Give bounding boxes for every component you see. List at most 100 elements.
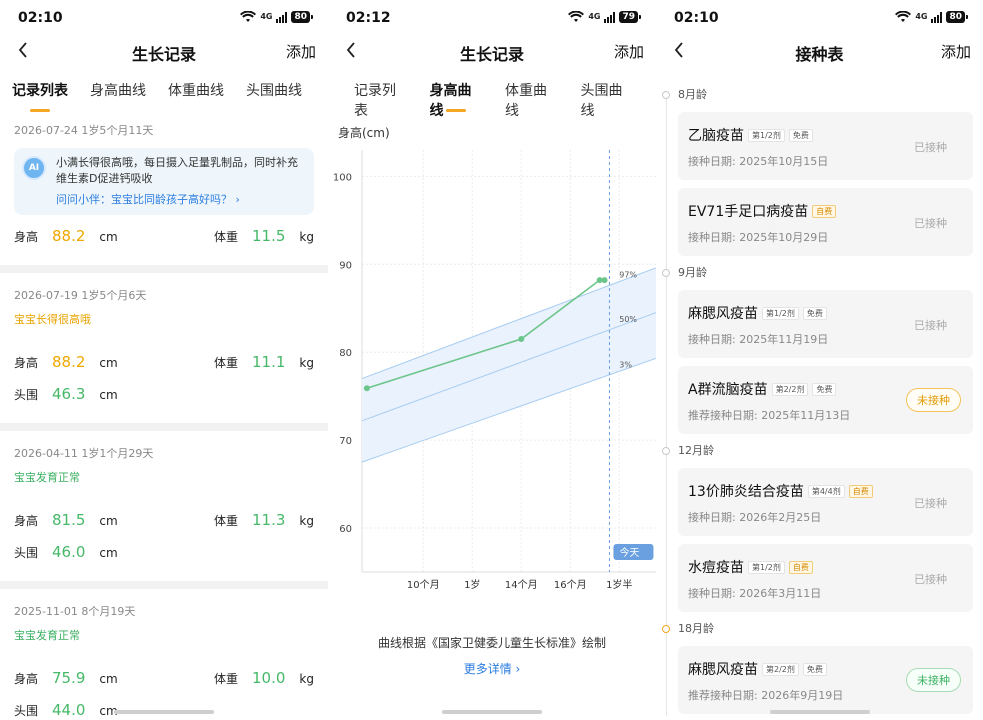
age-group-header: 8月龄: [662, 86, 983, 106]
height-data-point[interactable]: [363, 385, 370, 392]
timeline-dot: [662, 91, 670, 99]
height-data-point[interactable]: [518, 336, 525, 343]
vaccine-tag: 第2/2剂: [762, 662, 799, 676]
vaccine-card[interactable]: 乙脑疫苗 第1/2剂 免费 接种日期: 2025年10月15日 已接种: [678, 112, 973, 180]
vaccine-name: 乙脑疫苗: [688, 128, 744, 144]
network-type: 4G: [915, 12, 928, 21]
vaccine-name: A群流脑疫苗: [688, 382, 768, 398]
record-note: 宝宝发育正常: [14, 629, 80, 642]
percentile-label: 3%: [619, 360, 632, 369]
record-item[interactable]: 2025-11-01 8个月19天 宝宝发育正常 身高 75.9 cm 体重 10.0…: [0, 589, 328, 719]
status-bar: 02:12 4G 79: [328, 0, 656, 36]
tab-bar: 记录列表 身高曲线 体重曲线 头围曲线: [328, 66, 656, 119]
add-button[interactable]: 添加: [286, 41, 316, 62]
percentile-band: [362, 267, 656, 463]
vaccine-date: 接种日期: 2025年11月19日: [688, 333, 829, 346]
height-value: 身高 88.2 cm: [14, 353, 118, 371]
add-button[interactable]: 添加: [941, 41, 971, 62]
timeline-dot: [662, 447, 670, 455]
y-tick-label: 60: [339, 524, 352, 535]
vaccinated-status: 已接种: [914, 217, 947, 230]
vaccine-tag: 免费: [802, 306, 827, 320]
ask-assistant-link[interactable]: 问问小伴：宝宝比同龄孩子高好吗？ ›: [56, 191, 306, 207]
signal-icon: [276, 11, 288, 23]
vaccine-card[interactable]: A群流脑疫苗 第2/2剂 免费 推荐接种日期: 2025年11月13日 未接种: [678, 366, 973, 434]
battery-icon: 80: [946, 11, 968, 23]
tab-height-curve[interactable]: 身高曲线: [90, 66, 146, 108]
vaccinated-status: 已接种: [914, 319, 947, 332]
vaccine-tag: 免费: [802, 662, 827, 676]
home-indicator: [114, 710, 214, 714]
vaccine-date: 接种日期: 2025年10月29日: [688, 231, 829, 244]
y-axis-label: 身高(cm): [338, 126, 390, 140]
age-group-header: 9月龄: [662, 264, 983, 284]
record-item[interactable]: 2026-07-19 1岁5个月6天 宝宝长得很高哦 身高 88.2 cm 体重 11…: [0, 273, 328, 403]
y-tick-label: 90: [339, 260, 352, 271]
vaccine-card[interactable]: 麻腮风疫苗 第1/2剂 免费 接种日期: 2025年11月19日 已接种: [678, 290, 973, 358]
x-tick-label: 1岁: [464, 578, 480, 591]
divider: [0, 423, 328, 431]
weight-value: 体重 11.1 kg: [214, 353, 314, 371]
percentile-label: 50%: [619, 315, 637, 324]
record-item[interactable]: 2026-07-24 1岁5个月11天 AI 小满长得很高哦，每日摄入足量乳制品…: [0, 108, 328, 245]
height-value: 身高 75.9 cm: [14, 669, 118, 687]
tab-weight-curve[interactable]: 体重曲线: [505, 66, 559, 119]
tab-head-curve[interactable]: 头围曲线: [581, 66, 635, 119]
growth-records-screen: 02:10 4G 80 生长记录 添加 记录列表 身高曲线 体重曲线 头围曲线 …: [0, 0, 328, 720]
record-date: 2026-07-24 1岁5个月11天: [14, 124, 154, 137]
divider: [0, 265, 328, 273]
nav-bar: 生长记录 添加: [0, 36, 328, 66]
tab-head-curve[interactable]: 头围曲线: [246, 66, 302, 108]
tab-weight-curve[interactable]: 体重曲线: [168, 66, 224, 108]
vaccine-card[interactable]: 水痘疫苗 第1/2剂 自费 接种日期: 2026年3月11日 已接种: [678, 544, 973, 612]
vaccinated-status: 已接种: [914, 141, 947, 154]
home-indicator: [769, 710, 870, 714]
network-type: 4G: [588, 12, 601, 21]
y-tick-label: 70: [339, 436, 352, 447]
status-bar: 02:10 4G 80: [0, 0, 328, 36]
more-details-link[interactable]: 更多详情 ›: [328, 660, 656, 677]
vaccine-card[interactable]: 13价肺炎结合疫苗 第4/4剂 自费 接种日期: 2026年2月25日 已接种: [678, 468, 973, 536]
head-value: 头围 46.3 cm: [14, 385, 118, 403]
head-value: 头围 44.0 cm: [14, 701, 118, 719]
ai-assistant-icon: AI: [22, 156, 46, 180]
add-button[interactable]: 添加: [614, 41, 644, 62]
ai-suggestion-box[interactable]: AI 小满长得很高哦，每日摄入足量乳制品，同时补充维生素D促进钙吸收 问问小伴：…: [14, 148, 314, 215]
page-title: 生长记录: [459, 45, 524, 64]
vaccinated-status: 已接种: [914, 497, 947, 510]
vaccine-card[interactable]: 麻腮风疫苗 第2/2剂 免费 推荐接种日期: 2026年9月19日 未接种: [678, 646, 973, 714]
tab-record-list[interactable]: 记录列表: [12, 66, 68, 112]
height-curve-screen: 02:12 4G 79 生长记录 添加 记录列表 身高曲线 体重曲线 头围曲线 …: [328, 0, 656, 720]
vaccine-tag: 自费: [848, 484, 873, 498]
weight-value: 体重 11.3 kg: [214, 511, 314, 529]
vaccine-name: 麻腮风疫苗: [688, 662, 758, 678]
tab-height-curve[interactable]: 身高曲线: [430, 66, 484, 119]
timeline-dot: [662, 269, 670, 277]
vaccine-tag: 第4/4剂: [807, 484, 845, 498]
ai-suggestion-text: 小满长得很高哦，每日摄入足量乳制品，同时补充维生素D促进钙吸收: [56, 156, 298, 185]
height-data-point[interactable]: [601, 277, 608, 284]
vaccine-card[interactable]: EV71手足口病疫苗 自费 接种日期: 2025年10月29日 已接种: [678, 188, 973, 256]
divider: [0, 581, 328, 589]
vaccine-name: EV71手足口病疫苗: [688, 204, 809, 220]
vaccine-tag: 自费: [788, 560, 813, 574]
nav-bar: 接种表 添加: [656, 36, 983, 66]
age-group-header: 12月龄: [662, 442, 983, 462]
not-vaccinated-button[interactable]: 未接种: [906, 388, 961, 412]
signal-icon: [604, 11, 616, 23]
height-value: 身高 88.2 cm: [14, 227, 118, 245]
wifi-icon: [240, 11, 257, 22]
not-vaccinated-button[interactable]: 未接种: [906, 668, 961, 692]
vaccine-date: 接种日期: 2025年10月15日: [688, 155, 829, 168]
percentile-label: 97%: [619, 271, 637, 280]
height-growth-chart[interactable]: 60 70 80 90 100 10个月 1岁 14个月 16个月 1岁半 97% 50% 3% 今天: [328, 150, 656, 600]
vaccine-list: 8月龄 乙脑疫苗 第1/2剂 免费 接种日期: 2025年10月15日 已接种 EV71手足…: [656, 86, 983, 720]
vaccine-tag: 第1/2剂: [748, 128, 785, 142]
vaccine-date: 接种日期: 2026年2月25日: [688, 511, 822, 524]
record-item[interactable]: 2026-04-11 1岁1个月29天 宝宝发育正常 身高 81.5 cm 体重 11…: [0, 431, 328, 561]
x-tick-label: 14个月: [505, 579, 538, 591]
status-time: 02:12: [346, 10, 391, 26]
vaccine-date: 接种日期: 2026年3月11日: [688, 587, 822, 600]
battery-icon: 80: [291, 11, 313, 23]
tab-record-list[interactable]: 记录列表: [354, 66, 408, 119]
